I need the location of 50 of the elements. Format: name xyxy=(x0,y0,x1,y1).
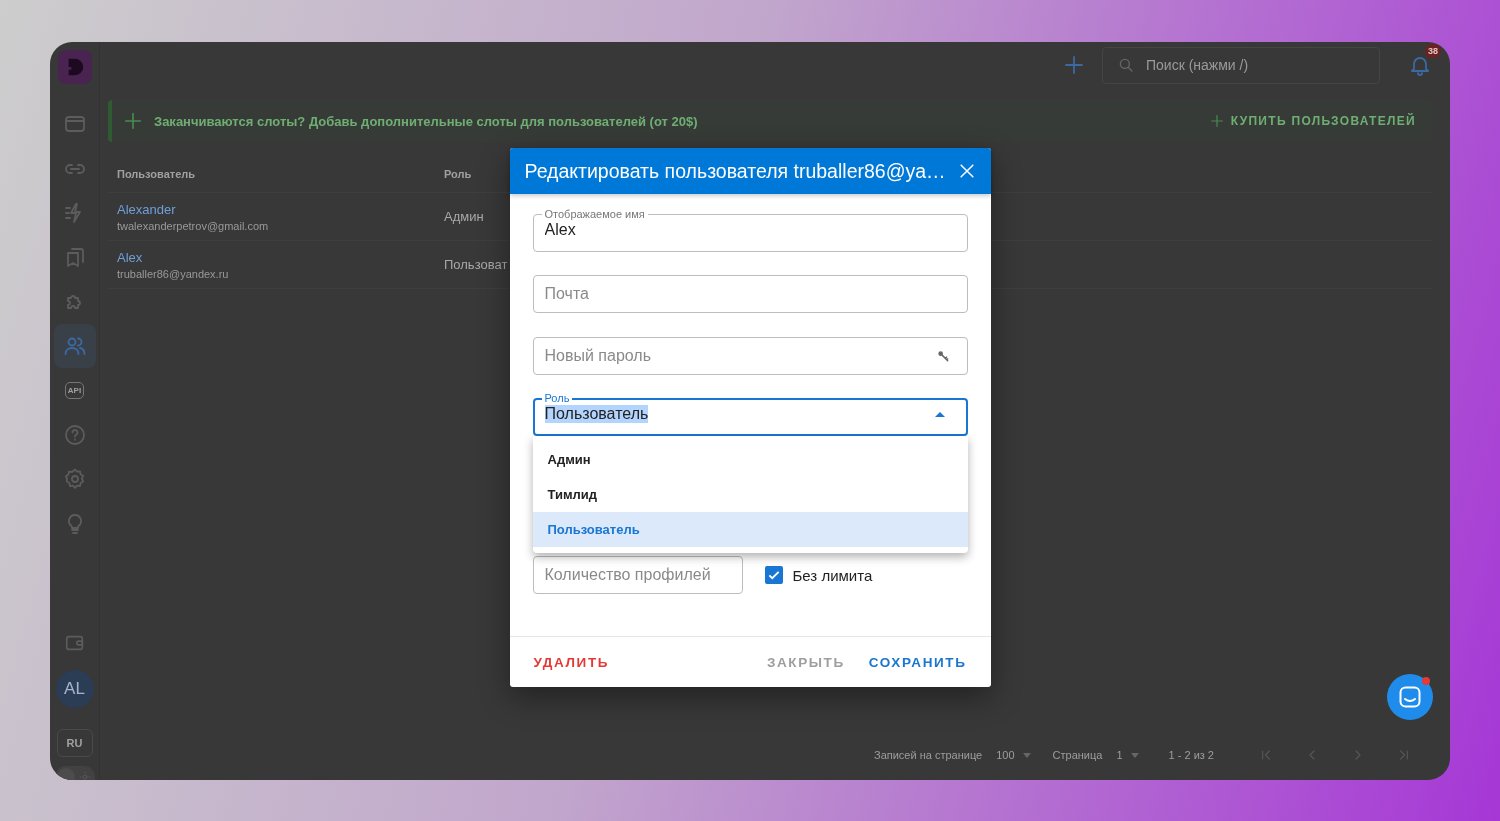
dialog-title: Редактировать пользователя truballer86@ya… xyxy=(524,159,947,183)
user-name-link[interactable]: Alexander xyxy=(117,201,269,217)
column-header[interactable]: Роль xyxy=(444,168,472,180)
banner-text: Заканчиваются слоты? Добавь дополнительные слоты для пользователей (от 20$) xyxy=(154,113,699,129)
delete-button[interactable]: УДАЛИТЬ xyxy=(525,646,618,678)
sun-icon xyxy=(78,771,91,780)
caret-icon xyxy=(1130,752,1139,758)
page-select[interactable]: 1 xyxy=(1116,749,1139,761)
rows-per-page-select[interactable]: 100 xyxy=(996,749,1031,761)
notification-count: 38 xyxy=(1425,44,1441,58)
logo-icon[interactable] xyxy=(57,50,92,84)
search-box[interactable]: Поиск (нажми /) xyxy=(1102,46,1380,84)
sidebar-item[interactable]: API xyxy=(53,368,96,413)
search-icon xyxy=(1117,56,1135,74)
user-email: twalexanderpetrov@gmail.com xyxy=(117,219,269,232)
password-field[interactable]: Новый пароль xyxy=(532,337,968,375)
table-cell: Пользоват xyxy=(444,257,508,272)
display-name-input[interactable]: Alex xyxy=(544,221,956,239)
user-email: truballer86@yandex.ru xyxy=(117,267,229,280)
table-cell: Админ xyxy=(444,209,484,224)
caret-icon xyxy=(1022,752,1031,758)
plus-icon xyxy=(122,110,144,132)
menu-option[interactable]: Админ xyxy=(532,442,968,477)
caret-icon xyxy=(934,411,945,417)
buy-users-button[interactable]: КУПИТЬ ПОЛЬЗОВАТЕЛЕЙ xyxy=(1202,109,1422,133)
save-button[interactable]: СОХРАНИТЬ xyxy=(860,646,975,678)
profiles-count-field[interactable]: Количество профилей xyxy=(532,556,743,594)
search-field[interactable]: Поиск (нажми /) xyxy=(1144,56,1365,74)
language-button[interactable]: RU xyxy=(56,729,93,757)
checkbox-label[interactable]: Без лимита xyxy=(792,566,873,584)
chat-icon xyxy=(1398,685,1422,709)
page-label: Страница xyxy=(1052,749,1103,761)
help-icon xyxy=(62,422,87,447)
plus-icon xyxy=(1208,113,1225,129)
menu-option[interactable]: Пользователь xyxy=(532,512,968,547)
display-name-field[interactable]: Отображаемое имя Alex xyxy=(532,208,968,252)
email-field[interactable]: Почта xyxy=(532,275,968,313)
key-icon xyxy=(935,349,950,363)
column-header[interactable]: Пользователь xyxy=(117,168,195,180)
page-range: 1 - 2 из 2 xyxy=(1168,749,1214,761)
user-avatar[interactable]: AL xyxy=(55,670,94,708)
chat-button[interactable] xyxy=(1387,674,1433,720)
settings-icon xyxy=(62,467,87,492)
sidebar-item[interactable] xyxy=(53,323,96,369)
plus-icon[interactable] xyxy=(1062,53,1086,77)
rows-per-page-label: Записей на странице xyxy=(874,749,983,761)
close-dialog-button[interactable]: ЗАКРЫТЬ xyxy=(758,646,853,678)
menu-option[interactable]: Тимлид xyxy=(532,477,968,512)
checkbox[interactable] xyxy=(764,566,783,584)
user-name-link[interactable]: Alex xyxy=(117,249,229,265)
